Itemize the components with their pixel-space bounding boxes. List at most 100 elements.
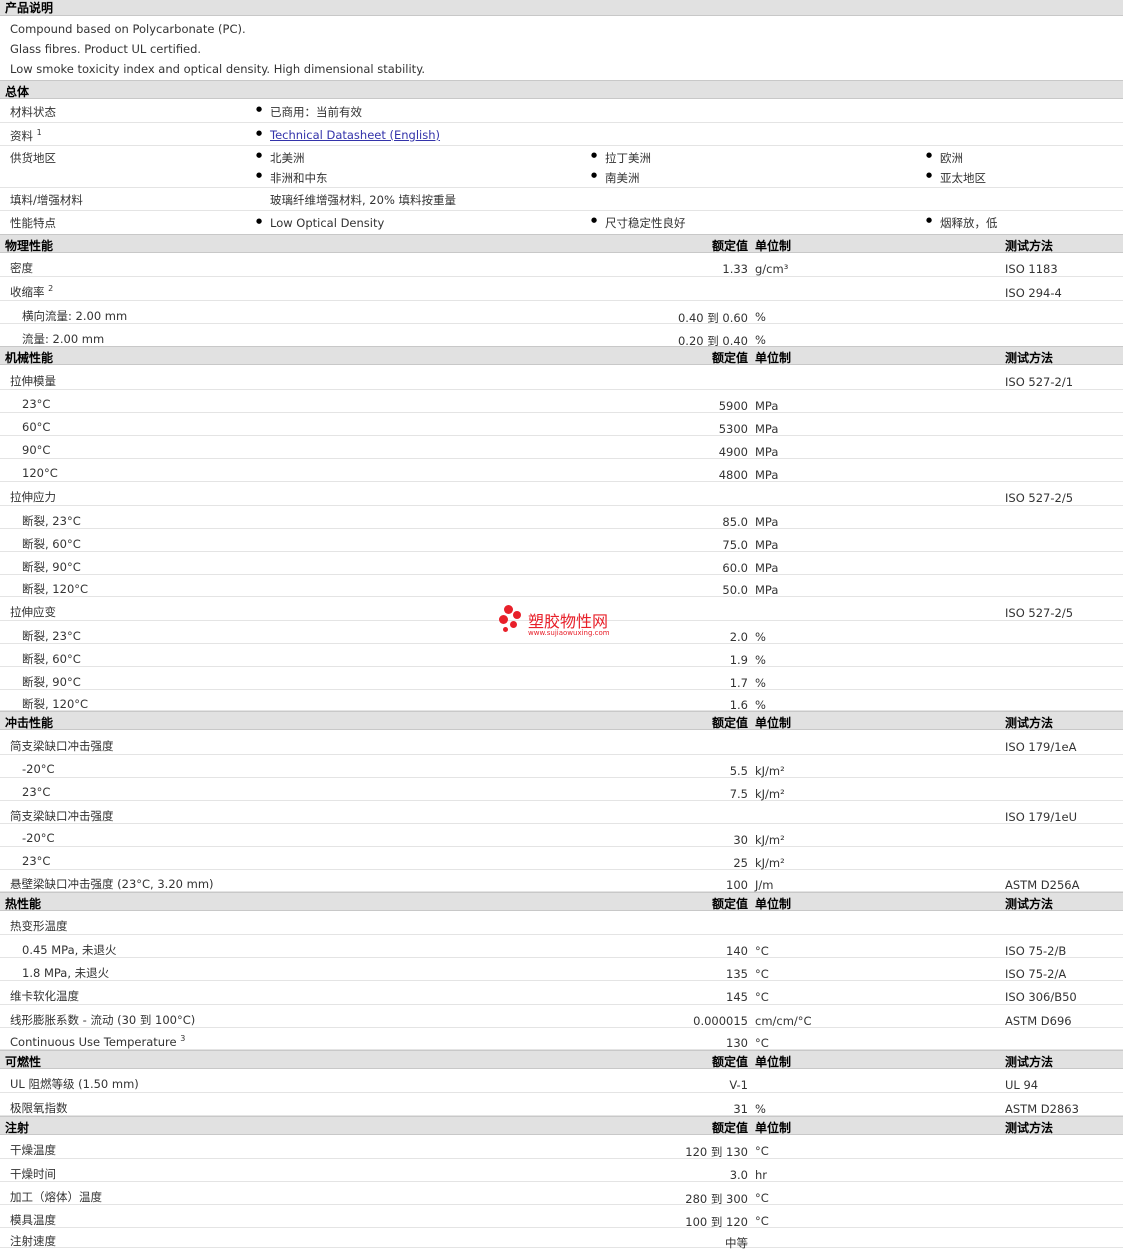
property-unit: °C [755,1144,769,1158]
section-title: 总体 [5,85,30,99]
section-header-physical: 物理性能 额定值 单位制 测试方法 [0,234,1123,253]
property-label-text: 密度 [10,261,33,275]
property-unit: % [755,1102,766,1116]
property-label-text: 注射速度 [10,1234,56,1248]
description-line: Compound based on Polycarbonate (PC). [10,22,246,36]
column-header-unit: 单位制 [755,716,792,730]
property-unit: MPa [755,445,779,459]
property-label: 断裂, 23°C [22,513,81,529]
property-label-text: Continuous Use Temperature [10,1034,177,1049]
property-label: 断裂, 60°C [22,651,81,667]
property-unit: MPa [755,538,779,552]
property-unit: % [755,333,766,347]
property-label-text: 断裂, 23°C [22,629,81,643]
section-title: 注射 [5,1121,30,1135]
column-header-value: 额定值 [711,716,748,730]
property-label: 密度 [10,260,33,276]
property-label-text: 120°C [22,466,58,480]
property-label-text: 模具温度 [10,1213,56,1227]
property-row: 极限氧指数 31% ASTM D2863 [0,1093,1123,1116]
property-value: 1.6 [729,698,748,712]
property-label: 干燥温度 [10,1142,56,1158]
test-method: ISO 75-2/A [1005,967,1067,981]
column-header-unit: 单位制 [755,239,792,253]
test-method: ISO 527-2/1 [1005,375,1074,389]
column-header-unit: 单位制 [755,1121,792,1135]
footnote-marker: 2 [48,284,54,294]
property-row: 热变形温度 [0,911,1123,935]
footnote-marker: 3 [180,1034,186,1043]
property-unit: MPa [755,515,779,529]
column-header-method: 测试方法 [1005,239,1054,253]
column-header-value: 额定值 [711,239,748,253]
property-row: 流量: 2.00 mm 0.20 到 0.40% [0,324,1123,348]
general-row-regions: 供货地区 北美洲 拉丁美洲 欧洲 非洲和中东 南美洲 亚太地区 [0,146,1123,188]
technical-datasheet-link[interactable]: Technical Datasheet (English) [270,128,440,142]
test-method: ASTM D256A [1005,878,1080,892]
property-unit: °C [755,1214,769,1228]
feature-item: 尺寸稳定性良好 [591,215,686,231]
status-value: 已商用：当前有效 [256,104,362,120]
property-row: UL 阻燃等级 (1.50 mm) V-1 UL 94 [0,1069,1123,1093]
property-value: 120 到 130 [685,1145,748,1159]
property-row: 90°C 4900 MPa [0,436,1123,459]
description-line: Low smoke toxicity index and optical den… [10,62,426,76]
property-row: 60°C 5300 MPa [0,413,1123,436]
column-header-method: 测试方法 [1005,897,1054,911]
feature-item: 烟释放，低 [926,215,998,231]
section-title: 物理性能 [5,239,54,253]
property-value: 85.0 [722,515,748,529]
property-row: 断裂, 120°C 1.6% [0,690,1123,712]
property-unit: kJ/m² [755,764,785,778]
property-unit: % [755,653,766,667]
property-row: 密度 1.33 g/cm³ ISO 1183 [0,253,1123,277]
property-row: 收缩率 2 ISO 294-4 [0,277,1123,301]
region-item: 南美洲 [591,170,640,186]
property-row: 23°C 25 kJ/m² [0,847,1123,870]
property-row: 断裂, 60°C 75.0 MPa [0,529,1123,552]
property-label: 断裂, 23°C [22,628,81,644]
property-label: 120°C [22,466,58,480]
region-item: 拉丁美洲 [591,150,651,166]
property-row: 横向流量: 2.00 mm 0.40 到 0.60% [0,301,1123,325]
property-unit: °C [755,944,769,958]
docs-label: 资料 [10,129,33,143]
property-row: 拉伸应力 ISO 527-2/5 [0,482,1123,506]
property-label: 收缩率 2 [10,284,53,300]
column-header-value: 额定值 [711,351,748,365]
property-label-text: 极限氧指数 [10,1101,68,1115]
property-label-text: 断裂, 60°C [22,652,81,666]
property-unit: % [755,676,766,690]
property-value: 30 [733,833,748,847]
property-label: 简支梁缺口冲击强度 [10,808,114,824]
property-label-text: 断裂, 120°C [22,697,89,711]
property-label: 断裂, 120°C [22,696,88,712]
property-unit: hr [755,1168,768,1182]
section-title: 机械性能 [5,351,54,365]
property-label: 23°C [22,785,50,799]
property-unit: g/cm³ [755,262,789,276]
property-value: 140 [726,944,748,958]
general-row-filler: 填料/增强材料 玻璃纤维增强材料, 20% 填料按重量 [0,188,1123,211]
property-label-text: 拉伸应力 [10,490,56,504]
property-value: 中等 [725,1236,748,1250]
property-value: 75.0 [722,538,748,552]
watermark-logo: 塑胶物性网 www.sujiaowuxing.com [498,604,638,644]
property-label-text: 悬壁梁缺口冲击强度 (23°C, 3.20 mm) [10,877,214,891]
property-value: 145 [726,990,748,1004]
property-value: V-1 [729,1078,748,1092]
property-row: 23°C 7.5 kJ/m² [0,778,1123,801]
property-label: Continuous Use Temperature 3 [10,1034,185,1049]
property-row: 120°C 4800 MPa [0,459,1123,482]
property-label: 断裂, 90°C [22,674,81,690]
docs-bullet: Technical Datasheet (English) [256,128,440,142]
section-header-impact: 冲击性能 额定值 单位制 测试方法 [0,711,1123,730]
property-label-text: 加工（熔体）温度 [10,1190,102,1204]
property-label: -20°C [22,762,55,776]
description-line: Glass fibres. Product UL certified. [10,42,202,56]
property-row: -20°C 30 kJ/m² [0,824,1123,847]
datasheet: 产品说明 Compound based on Polycarbonate (PC… [0,0,1123,1250]
property-value: 5.5 [729,764,748,778]
property-value: 5900 [718,399,748,413]
property-label: UL 阻燃等级 (1.50 mm) [10,1076,139,1092]
